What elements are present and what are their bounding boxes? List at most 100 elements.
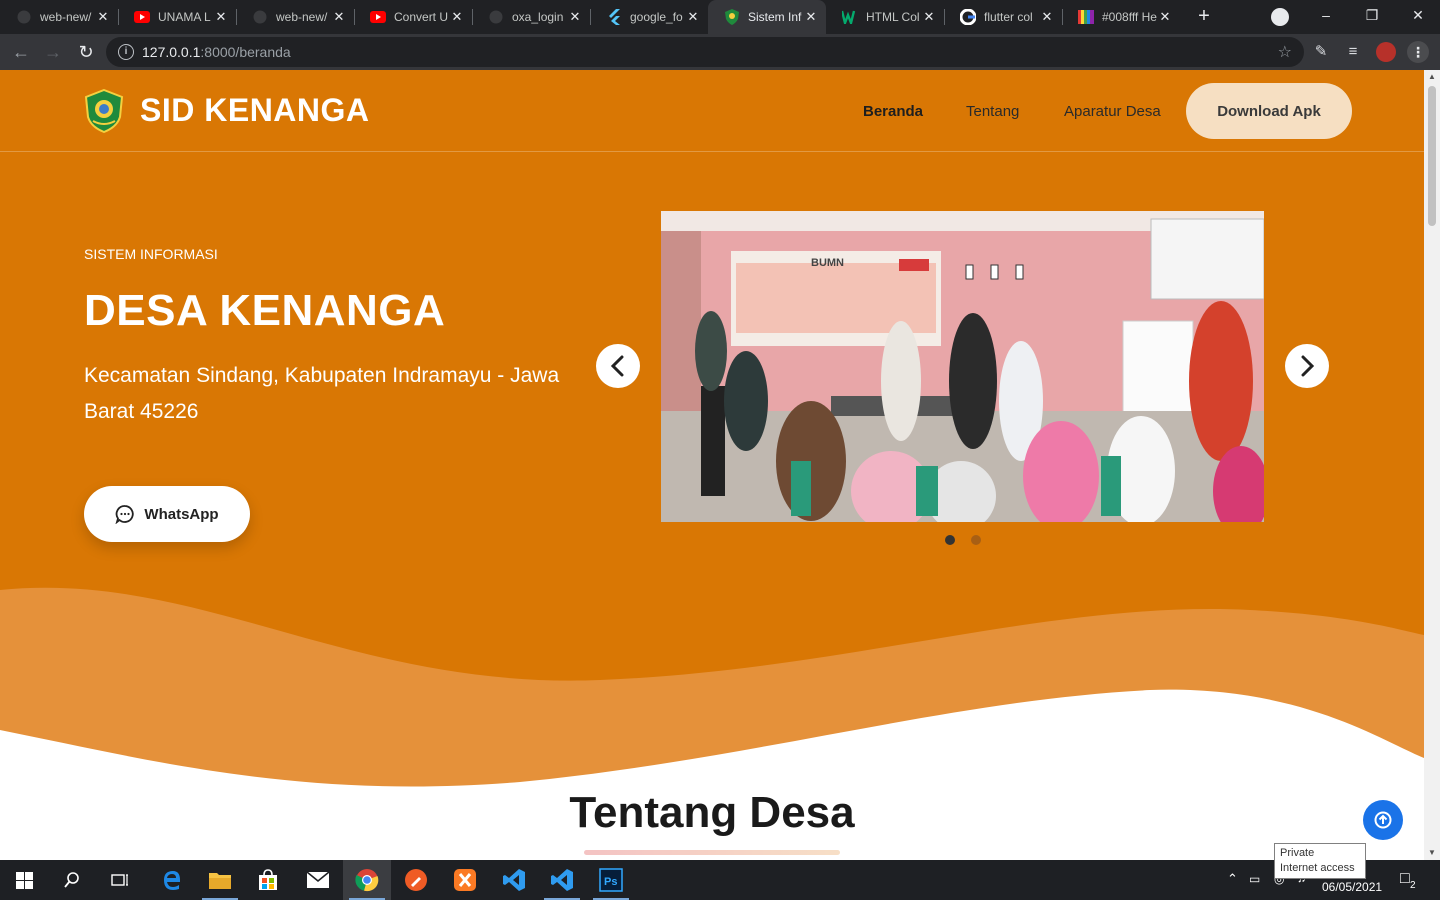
profile-avatar[interactable] xyxy=(1376,42,1396,62)
flutter-icon xyxy=(606,9,622,25)
page-scrollbar[interactable]: ▲ ▼ xyxy=(1424,70,1440,860)
file-explorer-app[interactable] xyxy=(196,860,244,900)
notification-center-icon[interactable]: □ xyxy=(1400,870,1410,888)
search-icon xyxy=(64,872,79,888)
vscode-app-2[interactable] xyxy=(538,860,586,900)
scroll-up-arrow-icon[interactable]: ▲ xyxy=(1424,70,1440,84)
windows-logo-icon xyxy=(15,871,33,889)
start-button[interactable] xyxy=(0,860,48,900)
tab-separator xyxy=(472,9,473,25)
extensions-puzzle-icon[interactable]: ✎ xyxy=(1310,41,1332,63)
tab-separator xyxy=(236,9,237,25)
vscode-app[interactable] xyxy=(490,860,538,900)
photoshop-icon: Ps xyxy=(599,868,623,892)
tab-close-icon[interactable]: ✕ xyxy=(214,9,228,25)
browser-tab[interactable]: flutter col ✕ xyxy=(944,0,1062,34)
browser-tab[interactable]: Sistem Inf ✕ xyxy=(708,0,826,34)
youtube-icon xyxy=(134,9,150,25)
tab-close-icon[interactable]: ✕ xyxy=(1158,9,1172,25)
tab-title: HTML Col xyxy=(866,10,920,24)
tab-close-icon[interactable]: ✕ xyxy=(804,9,818,25)
carousel-next-button[interactable] xyxy=(1285,344,1329,388)
reading-list-icon[interactable]: ≡ xyxy=(1342,41,1364,63)
store-app[interactable] xyxy=(244,860,292,900)
photoshop-app[interactable]: Ps xyxy=(587,860,635,900)
chrome-app[interactable] xyxy=(343,860,391,900)
url-path: :8000/beranda xyxy=(200,44,291,60)
tab-title: web-new/ xyxy=(276,10,328,24)
carousel-slide-photo[interactable]: BUMN xyxy=(661,211,1264,522)
restore-button[interactable]: ❐ xyxy=(1349,0,1395,30)
tab-search-icon[interactable] xyxy=(1271,8,1289,26)
village-emblem-icon[interactable] xyxy=(84,89,124,133)
chevron-left-icon xyxy=(610,355,624,377)
site-brand[interactable]: SID KENANGA xyxy=(140,92,370,129)
nav-link-about[interactable]: Tentang xyxy=(966,103,1019,120)
site-info-icon[interactable]: i xyxy=(118,44,134,60)
xampp-app[interactable] xyxy=(441,860,489,900)
tab-title: flutter col xyxy=(984,10,1033,24)
site-header: SID KENANGA Beranda Tentang Aparatur Des… xyxy=(0,70,1424,152)
reload-icon[interactable]: ↻ xyxy=(75,41,97,63)
tab-close-icon[interactable]: ✕ xyxy=(1040,9,1054,25)
whatsapp-button[interactable]: WhatsApp xyxy=(84,486,250,542)
browser-tab[interactable]: Convert U ✕ xyxy=(354,0,472,34)
color-hex-icon xyxy=(1078,9,1094,25)
tab-close-icon[interactable]: ✕ xyxy=(96,9,110,25)
tab-title: oxa_login xyxy=(512,10,564,24)
scroll-thumb[interactable] xyxy=(1428,86,1436,226)
browser-tab[interactable]: oxa_login ✕ xyxy=(472,0,590,34)
tab-close-icon[interactable]: ✕ xyxy=(922,9,936,25)
download-apk-button[interactable]: Download Apk xyxy=(1186,83,1352,139)
store-bag-icon xyxy=(259,869,277,890)
browser-tab[interactable]: HTML Col ✕ xyxy=(826,0,944,34)
forward-arrow-icon[interactable]: → xyxy=(42,41,64,63)
tab-close-icon[interactable]: ✕ xyxy=(332,9,346,25)
carousel-prev-button[interactable] xyxy=(596,344,640,388)
tooltip-line-1: Private xyxy=(1280,847,1315,859)
postman-app[interactable] xyxy=(392,860,440,900)
hero-eyebrow: SISTEM INFORMASI xyxy=(84,246,218,262)
battery-icon[interactable]: ▭ xyxy=(1249,872,1260,886)
vscode-icon xyxy=(551,869,573,891)
tray-chevron-up-icon[interactable]: ⌃ xyxy=(1227,871,1238,887)
nav-link-officials[interactable]: Aparatur Desa xyxy=(1064,103,1161,120)
postman-icon xyxy=(405,869,427,891)
nav-link-home[interactable]: Beranda xyxy=(863,103,923,120)
browser-tab[interactable]: #008fff He ✕ xyxy=(1062,0,1180,34)
section-title-underline xyxy=(584,850,840,855)
edge-app[interactable] xyxy=(148,860,196,900)
browser-menu-icon[interactable]: ⋮ xyxy=(1407,41,1429,63)
hero-address: Kecamatan Sindang, Kabupaten Indramayu -… xyxy=(84,364,560,423)
clock-date[interactable]: 06/05/2021 xyxy=(1322,880,1382,894)
carousel-indicator-1[interactable] xyxy=(945,535,955,545)
minimize-button[interactable]: – xyxy=(1303,0,1349,30)
browser-tab[interactable]: web-new/ ✕ xyxy=(0,0,118,34)
carousel-indicator-2[interactable] xyxy=(971,535,981,545)
vscode-icon xyxy=(503,869,525,891)
close-window-button[interactable]: ✕ xyxy=(1395,0,1440,30)
tab-close-icon[interactable]: ✕ xyxy=(450,9,464,25)
search-button[interactable] xyxy=(48,860,96,900)
network-tooltip: Private Internet access xyxy=(1274,843,1366,879)
back-to-top-button[interactable] xyxy=(1363,800,1403,840)
google-icon xyxy=(960,9,976,25)
back-arrow-icon[interactable]: ← xyxy=(10,41,32,63)
bookmark-star-icon[interactable]: ☆ xyxy=(1278,42,1292,62)
browser-tab[interactable]: web-new/ ✕ xyxy=(236,0,354,34)
mail-app[interactable] xyxy=(294,860,342,900)
browser-tab[interactable]: google_fo ✕ xyxy=(590,0,708,34)
scroll-down-arrow-icon[interactable]: ▼ xyxy=(1424,846,1440,860)
section-title-about: Tentang Desa xyxy=(569,788,855,837)
folder-icon xyxy=(209,873,231,889)
tooltip-line-2: Internet access xyxy=(1280,862,1355,874)
xampp-icon xyxy=(454,869,476,891)
address-bar[interactable]: i 127.0.0.1:8000/beranda ☆ xyxy=(106,37,1304,67)
tab-close-icon[interactable]: ✕ xyxy=(686,9,700,25)
tab-title: Convert U xyxy=(394,10,449,24)
browser-tab[interactable]: UNAMA L ✕ xyxy=(118,0,236,34)
tab-title: Sistem Inf xyxy=(748,10,802,24)
new-tab-button[interactable]: + xyxy=(1192,5,1216,29)
tab-close-icon[interactable]: ✕ xyxy=(568,9,582,25)
task-view-button[interactable] xyxy=(96,860,144,900)
